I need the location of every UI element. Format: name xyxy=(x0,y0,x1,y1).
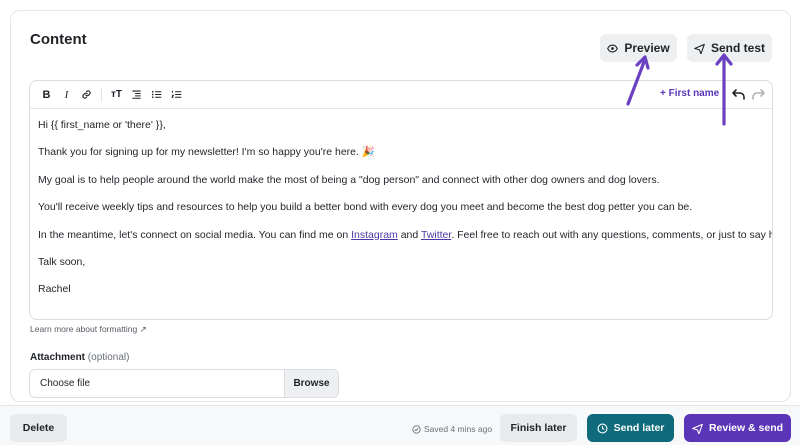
numbered-list-icon xyxy=(171,90,182,98)
paragraph-tips: You'll receive weekly tips and resources… xyxy=(38,201,693,214)
twitter-link[interactable]: Twitter xyxy=(421,229,451,241)
email-editor[interactable]: B I тT + First name Hi {{ first_name or … xyxy=(29,80,773,320)
italic-button[interactable]: I xyxy=(58,86,75,104)
review-send-button[interactable]: Review & send xyxy=(684,414,791,442)
toolbar-divider xyxy=(724,87,725,103)
send-icon xyxy=(692,423,703,434)
send-icon xyxy=(694,43,705,54)
learn-more-label: Learn more about formatting ↗ xyxy=(30,324,147,334)
section-title: Content xyxy=(30,31,87,48)
paragraph-goal: My goal is to help people around the wor… xyxy=(38,173,660,186)
attachment-file-input[interactable]: Choose file Browse xyxy=(29,369,339,398)
social-text-after: . Feel free to reach out with any questi… xyxy=(451,228,773,241)
paragraph-signature: Rachel xyxy=(38,283,71,296)
send-later-button[interactable]: Send later xyxy=(587,414,674,442)
clock-icon xyxy=(597,422,608,434)
editor-body[interactable]: Hi {{ first_name or 'there' }}, Thank yo… xyxy=(30,109,772,310)
learn-more-formatting-link[interactable]: Learn more about formatting ↗ xyxy=(30,324,147,335)
saved-status: Saved 4 mins ago xyxy=(412,424,492,434)
send-later-label: Send later xyxy=(613,422,665,434)
link-button[interactable] xyxy=(78,86,95,104)
align-icon xyxy=(132,90,141,99)
attachment-optional: (optional) xyxy=(87,352,130,363)
link-icon xyxy=(82,90,91,99)
file-name-field[interactable]: Choose file xyxy=(30,370,284,397)
insert-first-name-label: + First name xyxy=(660,88,720,99)
bold-button[interactable]: B xyxy=(38,86,55,104)
attachment-title: Attachment xyxy=(30,352,86,363)
social-text-between: and xyxy=(397,228,421,241)
eye-icon xyxy=(607,44,619,52)
footer-bar: Delete Saved 4 mins ago Finish later Sen… xyxy=(0,405,800,445)
send-test-button[interactable]: Send test xyxy=(687,34,772,62)
paragraph-signoff: Talk soon, xyxy=(38,255,86,268)
content-card: Content Preview Send test B I тT + First… xyxy=(10,10,791,402)
social-text-before: In the meantime, let's connect on social… xyxy=(38,228,352,241)
editor-toolbar: B I тT + First name xyxy=(30,81,772,109)
browse-button[interactable]: Browse xyxy=(284,370,338,397)
bullet-list-button[interactable] xyxy=(148,86,165,104)
preview-button[interactable]: Preview xyxy=(600,34,677,62)
send-test-label: Send test xyxy=(710,41,765,55)
check-circle-icon xyxy=(412,424,421,434)
insert-first-name-button[interactable]: + First name xyxy=(660,88,719,99)
instagram-link[interactable]: Instagram xyxy=(351,229,398,241)
attachment-label: Attachment (optional) xyxy=(30,352,130,363)
text-size-button[interactable]: тT xyxy=(108,86,125,104)
toolbar-divider xyxy=(101,87,102,102)
align-button[interactable] xyxy=(128,86,145,104)
bullet-list-icon xyxy=(151,90,162,99)
numbered-list-button[interactable] xyxy=(168,86,185,104)
preview-label: Preview xyxy=(624,41,670,55)
saved-status-text: Saved 4 mins ago xyxy=(424,424,493,434)
delete-button[interactable]: Delete xyxy=(10,414,67,442)
paragraph-thanks: Thank you for signing up for my newslett… xyxy=(38,146,375,159)
undo-icon[interactable] xyxy=(731,86,747,102)
paragraph-greeting: Hi {{ first_name or 'there' }}, xyxy=(38,119,166,131)
redo-icon[interactable] xyxy=(750,86,766,102)
paragraph-social: In the meantime, let's connect on social… xyxy=(38,228,772,255)
review-send-label: Review & send xyxy=(708,422,784,434)
finish-later-button[interactable]: Finish later xyxy=(500,414,577,442)
